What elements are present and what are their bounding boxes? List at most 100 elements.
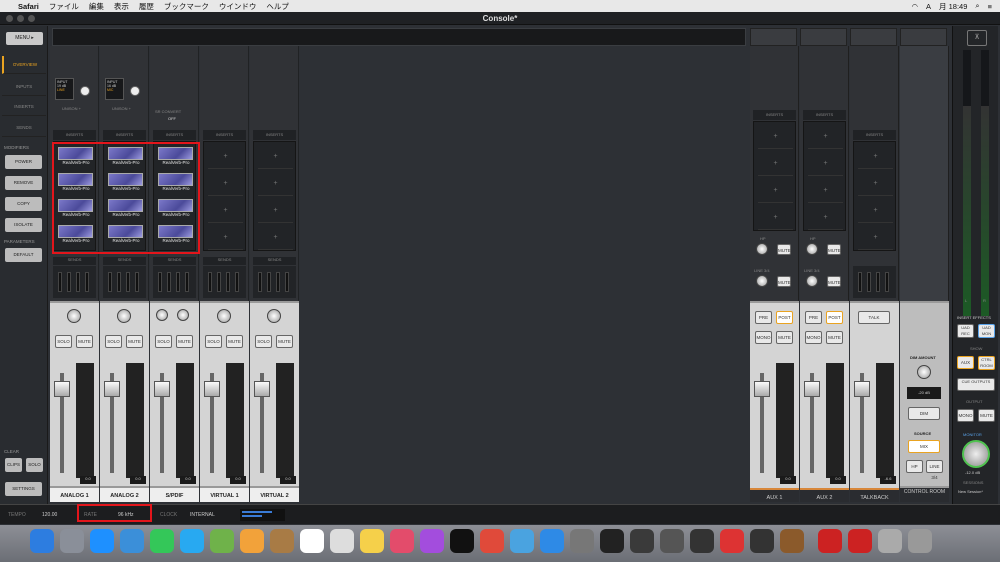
dock-app-icon[interactable]: [878, 529, 902, 553]
talk-button[interactable]: TALK: [858, 311, 890, 324]
source-line-button[interactable]: LINE 3/4: [926, 460, 943, 480]
menu-bookmarks[interactable]: ブックマーク: [164, 1, 209, 12]
settings-button[interactable]: SETTINGS: [5, 482, 42, 496]
dock-app-icon[interactable]: [510, 529, 534, 553]
empty-insert-slot[interactable]: +: [208, 198, 243, 223]
nav-inputs[interactable]: INPUTS: [2, 78, 46, 96]
show-ctrl-room-button[interactable]: CTRL ROOM: [978, 356, 995, 370]
mute-button[interactable]: MUTE: [226, 335, 243, 348]
send-level[interactable]: [67, 272, 71, 292]
minimize-icon[interactable]: [17, 15, 24, 22]
fader-handle[interactable]: [104, 381, 120, 397]
dock-app-icon[interactable]: [908, 529, 932, 553]
dock-app-icon[interactable]: [90, 529, 114, 553]
send-level[interactable]: [217, 272, 221, 292]
post-button[interactable]: POST: [826, 311, 843, 324]
send-level[interactable]: [885, 272, 889, 292]
empty-insert-slot[interactable]: +: [208, 225, 243, 250]
clear-clips-button[interactable]: CLIPS: [5, 458, 22, 472]
sr-convert-value[interactable]: OFF: [168, 116, 176, 121]
solo-button[interactable]: SOLO: [205, 335, 222, 348]
dock-app-icon[interactable]: [330, 529, 354, 553]
send-level[interactable]: [235, 272, 239, 292]
empty-insert-slot[interactable]: +: [208, 144, 243, 169]
source-hp-button[interactable]: HP: [906, 460, 923, 473]
dock-app-icon[interactable]: [818, 529, 842, 553]
empty-insert-slot[interactable]: +: [258, 171, 293, 196]
dock-app-icon[interactable]: [630, 529, 654, 553]
menu-edit[interactable]: 編集: [89, 1, 104, 12]
send-level[interactable]: [267, 272, 271, 292]
pan-knob[interactable]: [67, 309, 81, 323]
unison-label[interactable]: UNISON +: [112, 106, 131, 111]
pre-button[interactable]: PRE: [755, 311, 772, 324]
output-mono-button[interactable]: MONO: [957, 409, 974, 422]
uad-mon-button[interactable]: UAD MON: [978, 324, 995, 338]
pan-knob-left[interactable]: [156, 309, 168, 321]
send-level[interactable]: [226, 272, 230, 292]
empty-insert-slot[interactable]: +: [758, 124, 793, 149]
dim-amount-knob[interactable]: [917, 365, 931, 379]
send-level[interactable]: [876, 272, 880, 292]
send-level[interactable]: [117, 272, 121, 292]
send-level[interactable]: [58, 272, 62, 292]
send-level[interactable]: [108, 272, 112, 292]
dock-app-icon[interactable]: [120, 529, 144, 553]
pan-knob[interactable]: [217, 309, 231, 323]
zoom-icon[interactable]: [28, 15, 35, 22]
dock-app-icon[interactable]: [210, 529, 234, 553]
mute-button[interactable]: MUTE: [176, 335, 193, 348]
mute-button[interactable]: MUTE: [76, 335, 93, 348]
fader-handle[interactable]: [854, 381, 870, 397]
empty-insert-slot[interactable]: +: [858, 171, 893, 196]
send-level[interactable]: [258, 272, 262, 292]
empty-insert-slot[interactable]: +: [758, 205, 793, 230]
fader-handle[interactable]: [204, 381, 220, 397]
preamp-box[interactable]: INPUT 19 dB LINE: [55, 78, 74, 100]
mute-button[interactable]: MUTE: [276, 335, 293, 348]
mute-button[interactable]: MUTE: [776, 331, 793, 344]
dock-app-icon[interactable]: [270, 529, 294, 553]
preamp-gain-knob[interactable]: [130, 86, 140, 96]
menu-help[interactable]: ヘルプ: [266, 1, 289, 12]
output-mute-button[interactable]: MUTE: [978, 409, 995, 422]
line34-mute-button[interactable]: MUTE: [777, 276, 791, 287]
hp-mute-button[interactable]: MUTE: [777, 244, 791, 255]
send-level[interactable]: [176, 272, 180, 292]
empty-insert-slot[interactable]: +: [208, 171, 243, 196]
menu-app[interactable]: Safari: [18, 2, 39, 11]
empty-insert-slot[interactable]: +: [258, 144, 293, 169]
dock-app-icon[interactable]: [570, 529, 594, 553]
session-name[interactable]: New Session*: [958, 489, 983, 494]
line34-knob[interactable]: [806, 275, 818, 287]
send-level[interactable]: [208, 272, 212, 292]
cue-outputs-button[interactable]: CUE OUTPUTS: [957, 378, 995, 391]
dock-app-icon[interactable]: [480, 529, 504, 553]
preamp-box[interactable]: INPUT 16 dB MIC: [105, 78, 124, 100]
empty-insert-slot[interactable]: +: [858, 225, 893, 250]
menu-view[interactable]: 表示: [114, 1, 129, 12]
solo-button[interactable]: SOLO: [255, 335, 272, 348]
clear-solo-button[interactable]: SOLO: [26, 458, 43, 472]
dock-app-icon[interactable]: [750, 529, 774, 553]
nav-inserts[interactable]: INSERTS: [2, 98, 46, 116]
send-level[interactable]: [126, 272, 130, 292]
post-button[interactable]: POST: [776, 311, 793, 324]
empty-insert-slot[interactable]: +: [258, 225, 293, 250]
hp-knob[interactable]: [806, 243, 818, 255]
send-level[interactable]: [285, 272, 289, 292]
empty-insert-slot[interactable]: +: [258, 198, 293, 223]
menu-window[interactable]: ウインドウ: [219, 1, 257, 12]
clock-value[interactable]: INTERNAL: [190, 512, 215, 518]
solo-button[interactable]: SOLO: [155, 335, 172, 348]
dock-app-icon[interactable]: [780, 529, 804, 553]
line34-mute-button[interactable]: MUTE: [827, 276, 841, 287]
send-level[interactable]: [185, 272, 189, 292]
dock-app-icon[interactable]: [150, 529, 174, 553]
mute-button[interactable]: MUTE: [126, 335, 143, 348]
power-button[interactable]: POWER: [5, 155, 42, 169]
source-mix-button[interactable]: MIX: [908, 440, 940, 453]
pan-knob[interactable]: [117, 309, 131, 323]
default-button[interactable]: DEFAULT: [5, 248, 42, 262]
send-level[interactable]: [867, 272, 871, 292]
